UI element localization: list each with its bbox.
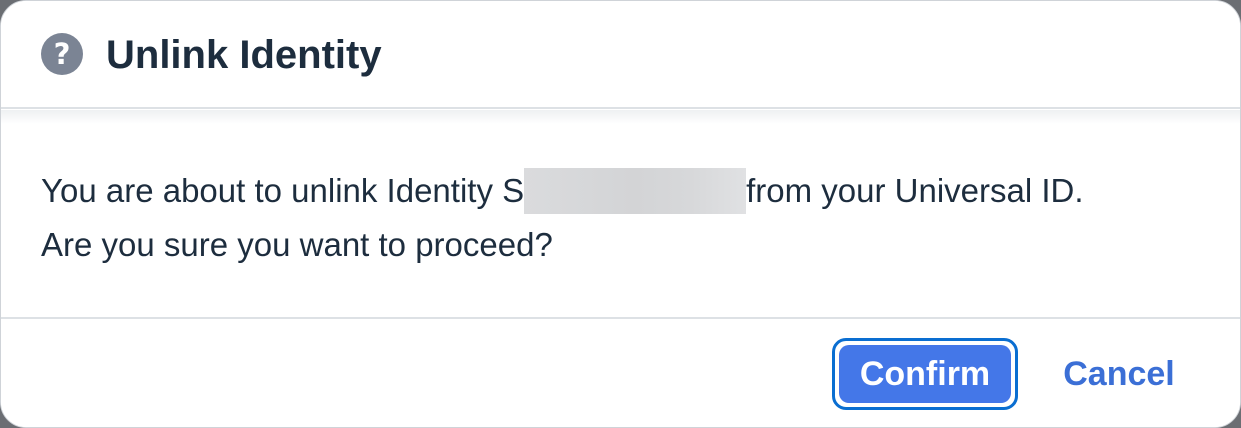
help-icon: ? (41, 33, 83, 75)
message-text-after-id: from your Universal ID. (746, 172, 1084, 209)
redacted-identity-id (524, 168, 747, 214)
message-text-before-id: You are about to unlink Identity S (41, 172, 525, 209)
dialog-message: You are about to unlink Identity S from y… (41, 164, 1211, 272)
message-line-1: You are about to unlink Identity S from y… (41, 164, 1211, 218)
header-divider-shadow (1, 110, 1240, 124)
dialog-title: Unlink Identity (106, 33, 382, 77)
message-line-2: Are you sure you want to proceed? (41, 226, 553, 263)
cancel-button[interactable]: Cancel (1045, 345, 1193, 403)
confirm-button[interactable]: Confirm (839, 345, 1011, 403)
dialog-header: ? Unlink Identity (1, 1, 1240, 109)
unlink-identity-dialog: ? Unlink Identity You are about to unlin… (0, 0, 1241, 428)
